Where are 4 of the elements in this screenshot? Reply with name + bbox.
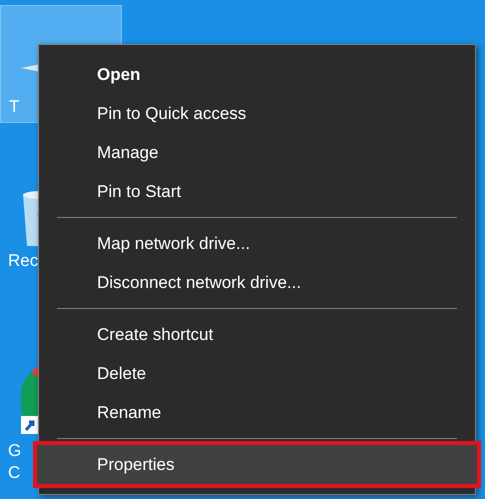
- icon-label: C: [8, 462, 20, 484]
- icon-label: Rec: [8, 250, 38, 272]
- icon-label: T: [9, 96, 20, 118]
- icon-label: G: [8, 440, 22, 462]
